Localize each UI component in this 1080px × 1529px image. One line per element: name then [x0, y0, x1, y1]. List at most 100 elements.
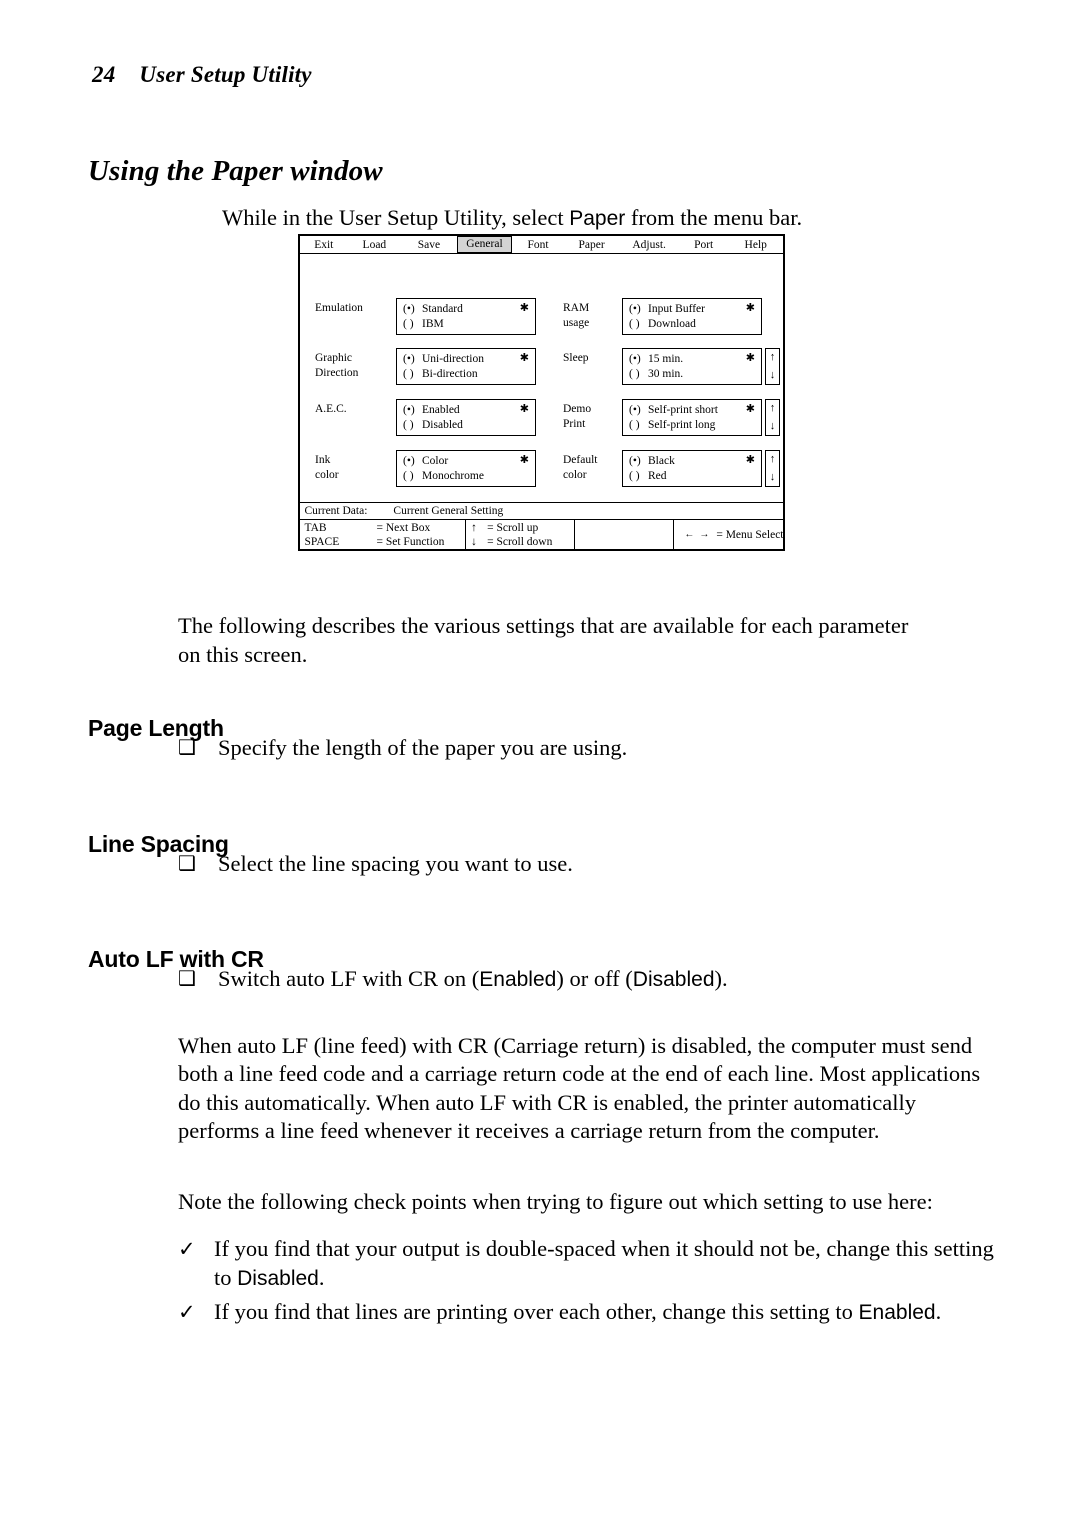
page-number: 24	[92, 62, 116, 87]
option-group-default[interactable]: (•) Black ✱ ( ) Red	[622, 450, 762, 487]
intro-emphasis-paper: Paper	[569, 206, 626, 230]
param-label-line-2: Print	[563, 417, 586, 430]
radio-selected-icon: (•)	[629, 353, 641, 365]
bullet-auto-lf-middle: ) or off (	[556, 966, 633, 991]
option-group-ram[interactable]: (•) Input Buffer ✱ ( ) Download	[622, 298, 762, 335]
param-label-line-1: Sleep	[563, 352, 589, 364]
radio-option[interactable]: (•) Enabled ✱	[403, 403, 529, 418]
key-action-scroll-up: = Scroll up	[487, 522, 539, 534]
bullet-auto-lf-emph-enabled: Enabled	[479, 968, 557, 991]
radio-option-label: Bi-direction	[422, 367, 478, 380]
radio-option-label: Color	[422, 455, 449, 467]
radio-option[interactable]: ( ) IBM	[403, 317, 529, 332]
param-label-line-2: Direction	[315, 366, 359, 379]
menu-item-port[interactable]: Port	[679, 237, 729, 253]
menu-item-label: Adjust.	[632, 238, 666, 251]
radio-option[interactable]: ( ) Bi-direction	[403, 367, 529, 382]
menu-item-label: Paper	[578, 238, 605, 251]
scroll-up-arrow-icon[interactable]: ↑	[770, 454, 776, 465]
radio-option[interactable]: (•) Self-print short ✱	[629, 403, 755, 418]
menu-item-label: Load	[362, 238, 387, 251]
menu-item-paper[interactable]: Paper	[564, 237, 620, 253]
radio-option[interactable]: ( ) Download	[629, 317, 755, 332]
option-group-a-e-c[interactable]: (•) Enabled ✱ ( ) Disabled	[396, 399, 536, 436]
menu-item-help[interactable]: Help	[728, 237, 783, 253]
page-title: Using the Paper window	[88, 155, 383, 188]
menu-item-adjust[interactable]: Adjust.	[619, 237, 679, 253]
asterisk-current-icon: ✱	[519, 352, 529, 364]
param-label-sleep: Sleep	[563, 351, 589, 366]
scroll-arrows-default[interactable]: ↑ ↓	[765, 450, 780, 487]
arrow-left-right-icon: ←→	[684, 529, 715, 540]
radio-option[interactable]: ( ) Red	[629, 469, 755, 484]
option-group-sleep[interactable]: (•) 15 min. ✱ ( ) 30 min.	[622, 348, 762, 385]
menu-item-label: Save	[417, 238, 441, 251]
scroll-arrows-demo[interactable]: ↑ ↓	[765, 399, 780, 436]
intro-paragraph: While in the User Setup Utility, select …	[222, 204, 982, 234]
scroll-up-arrow-icon[interactable]: ↑	[770, 352, 776, 363]
radio-unselected-icon: ( )	[403, 317, 414, 330]
radio-option[interactable]: (•) Standard ✱	[403, 302, 529, 317]
radio-option-label: Black	[648, 455, 675, 467]
radio-selected-icon: (•)	[629, 303, 641, 315]
menu-item-save[interactable]: Save	[401, 237, 457, 253]
dialog-status-area: Current Data: Current General Setting TA…	[299, 501, 784, 550]
radio-unselected-icon: ( )	[629, 418, 640, 431]
radio-option-label: Uni-direction	[422, 353, 484, 365]
checkmark-icon: ✓	[178, 1237, 196, 1261]
radio-option[interactable]: ( ) Monochrome	[403, 469, 529, 484]
radio-option[interactable]: ( ) Self-print long	[629, 418, 755, 433]
scroll-down-arrow-icon[interactable]: ↓	[770, 420, 776, 432]
square-bullet-icon: ❑	[178, 853, 196, 875]
radio-option[interactable]: (•) Uni-direction ✱	[403, 352, 529, 367]
menu-item-exit[interactable]: Exit	[300, 237, 348, 253]
radio-option-label: 30 min.	[648, 367, 684, 380]
radio-unselected-icon: ( )	[629, 469, 640, 482]
radio-option-label: Self-print short	[648, 404, 718, 416]
asterisk-current-icon: ✱	[519, 454, 529, 466]
option-group-demo[interactable]: (•) Self-print short ✱ ( ) Self-print long	[622, 399, 762, 436]
param-label-ram: RAM usage	[563, 301, 589, 330]
scroll-up-arrow-icon[interactable]: ↑	[770, 403, 776, 414]
key-legend-space: SPACE = Set Function	[305, 535, 466, 549]
key-legend-menu-select: ←→ = Menu Select	[679, 528, 783, 542]
current-data-value: Current General Setting	[393, 504, 504, 517]
radio-option-label: Download	[648, 317, 696, 330]
param-label-line-1: Demo	[563, 403, 592, 415]
radio-option[interactable]: (•) Input Buffer ✱	[629, 302, 755, 317]
radio-selected-icon: (•)	[629, 404, 641, 416]
radio-option[interactable]: (•) Color ✱	[403, 454, 529, 469]
param-label-emulation: Emulation	[315, 301, 363, 316]
asterisk-current-icon: ✱	[519, 403, 529, 415]
option-group-ink[interactable]: (•) Color ✱ ( ) Monochrome	[396, 450, 536, 487]
radio-option-label: Monochrome	[422, 469, 484, 482]
radio-option[interactable]: (•) Black ✱	[629, 454, 755, 469]
running-head-title: User Setup Utility	[139, 62, 312, 87]
param-label-line-1: Graphic	[315, 352, 353, 364]
key-name-space: SPACE	[304, 536, 340, 548]
menu-item-general[interactable]: General	[456, 235, 513, 253]
menu-item-load[interactable]: Load	[348, 237, 402, 253]
key-legend-scroll-up: ↑ = Scroll up	[471, 521, 574, 535]
radio-option[interactable]: (•) 15 min. ✱	[629, 352, 755, 367]
menu-item-label: Port	[694, 238, 714, 251]
radio-selected-icon: (•)	[629, 455, 641, 467]
menu-item-font[interactable]: Font	[512, 237, 564, 253]
scroll-down-arrow-icon[interactable]: ↓	[770, 471, 776, 483]
scroll-down-arrow-icon[interactable]: ↓	[770, 369, 776, 381]
radio-option-label: Standard	[422, 303, 463, 315]
option-group-emulation[interactable]: (•) Standard ✱ ( ) IBM	[396, 298, 536, 335]
param-label-line-2: color	[563, 468, 587, 481]
scroll-arrows-sleep[interactable]: ↑ ↓	[765, 348, 780, 385]
bullet-auto-lf: ❑ Switch auto LF with CR on (Enabled) or…	[178, 965, 1008, 995]
asterisk-current-icon: ✱	[519, 302, 529, 314]
radio-unselected-icon: ( )	[403, 367, 414, 380]
param-label-default: Default color	[563, 453, 597, 482]
radio-option[interactable]: ( ) Disabled	[403, 418, 529, 433]
check-1-before: If you find that your output is double-s…	[214, 1236, 994, 1290]
option-group-graphic[interactable]: (•) Uni-direction ✱ ( ) Bi-direction	[396, 348, 536, 385]
key-action-tab: = Next Box	[376, 522, 431, 534]
radio-unselected-icon: ( )	[629, 317, 640, 330]
param-label-demo: Demo Print	[563, 402, 591, 431]
radio-option[interactable]: ( ) 30 min.	[629, 367, 755, 382]
